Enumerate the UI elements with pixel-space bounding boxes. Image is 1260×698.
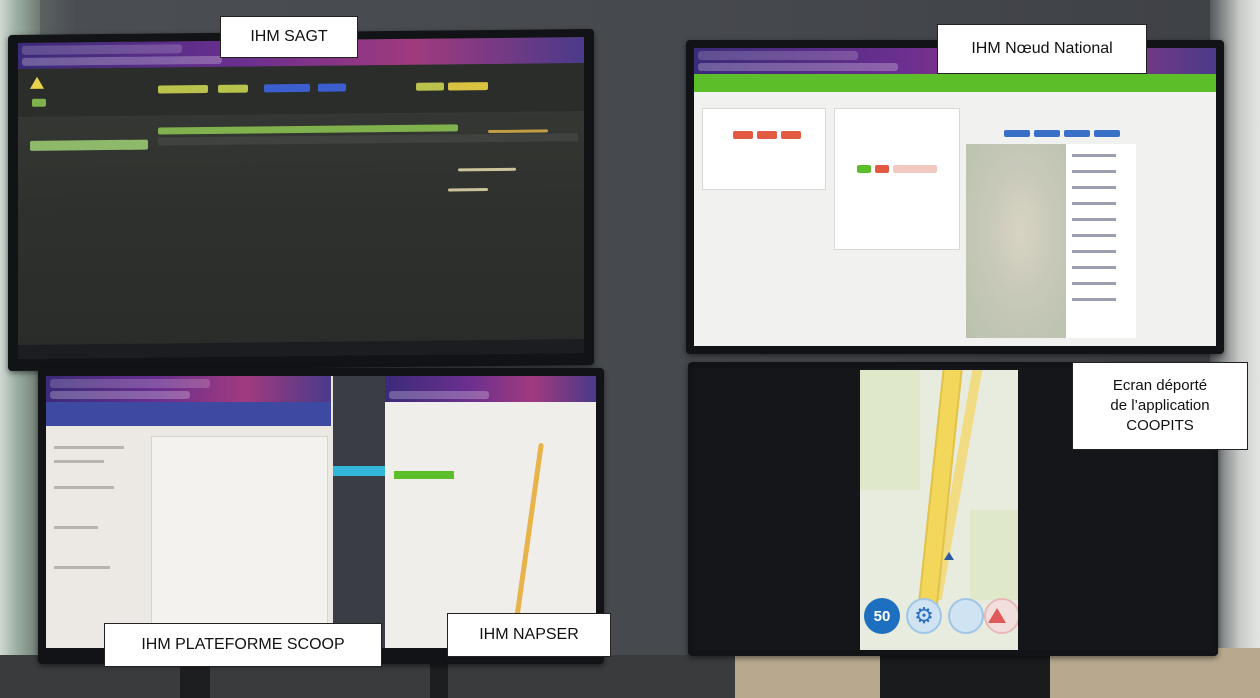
- scoop-filter-list: [54, 446, 140, 626]
- sagt-side-panel: [30, 139, 148, 151]
- napser-sidebar: [333, 376, 385, 648]
- toolbar-pill: [416, 82, 444, 91]
- road: [511, 442, 544, 642]
- red-button: [781, 131, 801, 139]
- toolbar-pill: [318, 83, 346, 92]
- target-icon[interactable]: [948, 598, 984, 634]
- red-button: [893, 165, 937, 173]
- url-bar: [50, 391, 190, 399]
- list-item: [54, 486, 114, 489]
- blue-button: [1034, 130, 1060, 137]
- red-button: [757, 131, 777, 139]
- monitor-stand-left: [180, 664, 210, 698]
- toolbar-pill: [218, 84, 248, 93]
- green-button: [857, 165, 871, 173]
- blue-button: [1094, 130, 1120, 137]
- taskbar: [18, 339, 584, 359]
- screen-sagt: [18, 37, 584, 359]
- list-item: [54, 460, 104, 463]
- list-item: [54, 566, 110, 569]
- browser-tabs: [698, 51, 858, 60]
- noeud-nav-bar: [694, 74, 1216, 92]
- napser-map: [385, 402, 596, 648]
- label-coopits-line2: de l’application: [1110, 397, 1210, 414]
- navigation-arrow-icon: [944, 552, 954, 560]
- label-coopits-line1: Ecran déporté: [1112, 377, 1208, 394]
- list-item: [1072, 186, 1116, 189]
- screen-noeud-national: [694, 48, 1216, 346]
- noeud-panel-left: [702, 108, 826, 190]
- list-item: [1072, 170, 1116, 173]
- blue-button: [1064, 130, 1090, 137]
- label-ihm-napser: IHM NAPSER: [447, 613, 611, 657]
- monitor-stand-mid: [430, 664, 448, 698]
- noeud-event-list: [1066, 144, 1136, 338]
- label-coopits-line3: COOPITS: [1126, 417, 1194, 434]
- label-ihm-noeud-national: IHM Nœud National: [937, 24, 1147, 74]
- list-item: [1072, 234, 1116, 237]
- list-item: [1072, 298, 1116, 301]
- napser-sidebar-active: [333, 466, 385, 476]
- scoop-event-list-panel: [151, 436, 328, 638]
- napser-green-row: [394, 471, 454, 479]
- list-item: [1072, 154, 1116, 157]
- red-button: [733, 131, 753, 139]
- toolbar-pill: [264, 83, 310, 93]
- browser-bar: [385, 376, 596, 402]
- red-button: [875, 165, 889, 173]
- photo-scene: 50 ⚙ IHM SAGT IHM Nœud National Ecran dé…: [0, 0, 1260, 698]
- list-item: [1072, 218, 1116, 221]
- url-bar: [22, 55, 222, 66]
- light-reflection: [448, 188, 488, 192]
- browser-tabs: [22, 44, 182, 55]
- list-item: [1072, 202, 1116, 205]
- screen-scoop-napser: [46, 376, 596, 648]
- toolbar-pill: [32, 98, 46, 107]
- sagt-table-header: [158, 133, 578, 146]
- browser-tabs: [50, 379, 210, 388]
- toolbar-pill: [158, 84, 208, 94]
- coopits-app-screen: 50 ⚙: [860, 370, 1018, 650]
- scoop-header: [46, 402, 331, 426]
- monitor-noeud-national: [686, 40, 1224, 354]
- map-area: [970, 510, 1018, 600]
- list-item: [1072, 266, 1116, 269]
- light-reflection: [458, 167, 516, 172]
- browser-bar: [46, 376, 331, 402]
- toolbar-pill: [448, 82, 488, 91]
- list-item: [1072, 282, 1116, 285]
- sagt-progress-bar: [158, 124, 458, 135]
- label-ihm-sagt: IHM SAGT: [220, 16, 358, 58]
- url-bar: [698, 63, 898, 71]
- noeud-panel-middle: [834, 108, 960, 250]
- gear-icon: ⚙: [914, 603, 934, 628]
- list-item: [54, 446, 124, 449]
- list-item: [1072, 250, 1116, 253]
- list-item: [54, 526, 98, 529]
- hazard-triangle-icon: [988, 608, 1006, 623]
- label-coopits: Ecran déporté de l’application COOPITS: [1072, 362, 1248, 450]
- sagt-toolbar: [18, 63, 584, 117]
- blue-button: [1004, 130, 1030, 137]
- scoop-window: [46, 376, 331, 648]
- light-reflection: [488, 129, 548, 134]
- speed-limit-indicator: 50: [864, 598, 900, 634]
- noeud-map: [966, 144, 1066, 338]
- label-ihm-plateforme-scoop: IHM PLATEFORME SCOOP: [104, 623, 382, 667]
- monitor-sagt: [8, 28, 594, 372]
- warning-icon: [30, 76, 44, 89]
- url-bar: [389, 391, 489, 399]
- map-area: [860, 370, 920, 490]
